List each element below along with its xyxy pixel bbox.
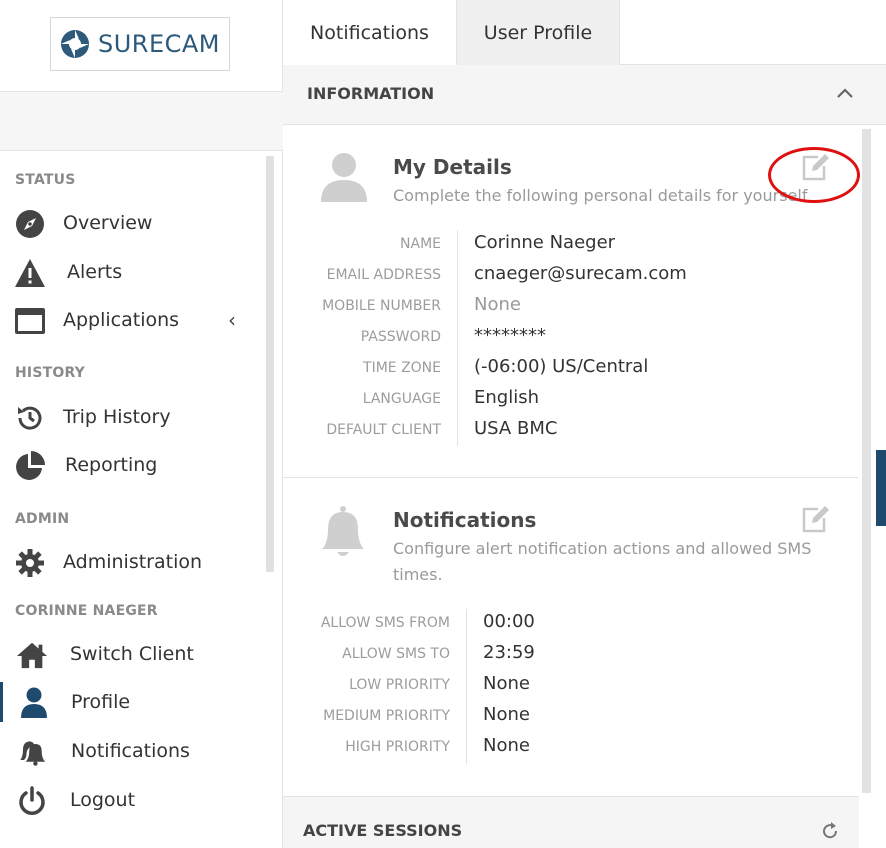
field-value: None xyxy=(483,673,530,694)
sidebar-item-label: Overview xyxy=(63,212,153,234)
section-admin: ADMIN xyxy=(15,511,70,527)
field-value: (-06:00) US/Central xyxy=(474,356,649,377)
tab-notifications[interactable]: Notifications xyxy=(283,0,456,65)
information-panel-header[interactable]: INFORMATION xyxy=(283,65,886,125)
field-label: HIGH PRIORITY xyxy=(345,739,450,755)
home-icon xyxy=(16,639,48,671)
user-icon xyxy=(18,687,50,719)
section-history: HISTORY xyxy=(15,365,86,381)
sidebar-item-label: Notifications xyxy=(71,740,190,762)
refresh-icon[interactable] xyxy=(819,820,841,842)
notifications-card-title: Notifications xyxy=(393,508,537,532)
sidebar-item-label: Switch Client xyxy=(70,643,194,665)
brand-name: SURECAM xyxy=(97,30,221,58)
active-sessions-title: ACTIVE SESSIONS xyxy=(303,821,463,840)
surecam-logo[interactable]: SURECAM xyxy=(50,17,230,71)
compass-icon xyxy=(14,208,46,240)
sidebar-item-alerts[interactable]: Alerts xyxy=(0,252,262,292)
sidebar-item-trip-history[interactable]: Trip History xyxy=(0,397,262,437)
pie-chart-icon xyxy=(14,450,46,482)
sidebar-divider xyxy=(0,150,283,151)
warning-icon xyxy=(14,257,46,289)
bells-icon xyxy=(15,736,47,768)
sidebar-item-switch-client[interactable]: Switch Client xyxy=(0,634,262,674)
sidebar-item-applications[interactable]: Applications ‹ xyxy=(0,300,262,340)
sidebar-item-label: Trip History xyxy=(63,406,171,428)
field-label: ALLOW SMS FROM xyxy=(320,615,450,631)
edit-notifications-icon[interactable] xyxy=(800,505,830,535)
sidebar-item-label: Reporting xyxy=(65,454,158,476)
field-label: NAME xyxy=(400,236,441,252)
field-value: None xyxy=(483,704,530,725)
sidebar-item-label: Administration xyxy=(63,551,203,573)
sidebar-item-label: Logout xyxy=(70,789,136,811)
field-value: USA BMC xyxy=(474,418,558,439)
page-scroll-thumb[interactable] xyxy=(876,450,886,526)
sidebar-item-label: Alerts xyxy=(67,261,123,283)
notifications-card-description: Configure alert notification actions and… xyxy=(393,539,812,558)
field-label: LANGUAGE xyxy=(362,391,441,407)
edit-details-icon[interactable] xyxy=(800,153,830,183)
field-label: DEFAULT CLIENT xyxy=(326,422,441,438)
field-value: None xyxy=(474,294,521,315)
field-value: ******** xyxy=(474,325,546,346)
tab-bar: Notifications User Profile xyxy=(283,0,886,65)
section-user: CORINNE NAEGER xyxy=(15,603,158,619)
section-status: STATUS xyxy=(15,172,76,188)
field-value: cnaeger@surecam.com xyxy=(474,263,687,284)
my-details-description: Complete the following personal details … xyxy=(393,186,808,205)
field-value: 23:59 xyxy=(483,642,535,663)
sidebar-scrollbar[interactable] xyxy=(266,156,274,572)
sidebar-item-label: Applications xyxy=(63,309,180,331)
history-icon xyxy=(14,402,46,434)
details-separator xyxy=(457,230,458,446)
notifications-separator xyxy=(466,609,467,764)
field-label: TIME ZONE xyxy=(363,360,441,376)
sidebar-band xyxy=(0,92,283,150)
aperture-logo-icon xyxy=(60,30,89,58)
chevron-left-icon[interactable]: ‹ xyxy=(228,308,236,332)
field-value: Corinne Naeger xyxy=(474,232,616,253)
sidebar-item-notifications[interactable]: Notifications xyxy=(0,731,262,771)
field-label: LOW PRIORITY xyxy=(349,677,450,693)
window-icon xyxy=(14,305,46,337)
field-label: EMAIL ADDRESS xyxy=(326,267,441,283)
sidebar: SURECAM STATUS Overview Alerts Applicati… xyxy=(0,0,283,848)
notifications-card-description-cont: times. xyxy=(393,565,443,584)
active-sessions-header[interactable]: ACTIVE SESSIONS xyxy=(283,796,859,848)
my-details-title: My Details xyxy=(393,155,512,179)
field-value: None xyxy=(483,735,530,756)
gear-icon xyxy=(14,547,46,579)
field-value: English xyxy=(474,387,539,408)
chevron-up-icon[interactable] xyxy=(834,83,856,105)
field-value: 00:00 xyxy=(483,611,535,632)
sidebar-item-reporting[interactable]: Reporting xyxy=(0,445,262,485)
information-title: INFORMATION xyxy=(307,84,435,103)
card-divider xyxy=(283,477,858,478)
sidebar-item-overview[interactable]: Overview xyxy=(0,203,262,243)
field-label: ALLOW SMS TO xyxy=(342,646,450,662)
power-icon xyxy=(16,785,48,817)
sidebar-item-profile[interactable]: Profile xyxy=(0,682,262,722)
user-avatar-icon xyxy=(321,153,367,202)
content-scrollbar[interactable] xyxy=(862,129,871,793)
field-label: MEDIUM PRIORITY xyxy=(323,708,450,724)
field-label: PASSWORD xyxy=(360,329,441,345)
sidebar-item-label: Profile xyxy=(71,691,131,713)
field-label: MOBILE NUMBER xyxy=(322,298,441,314)
sidebar-item-logout[interactable]: Logout xyxy=(0,780,262,820)
tab-user-profile[interactable]: User Profile xyxy=(456,0,620,65)
bell-icon xyxy=(322,506,364,556)
sidebar-item-administration[interactable]: Administration xyxy=(0,542,262,582)
